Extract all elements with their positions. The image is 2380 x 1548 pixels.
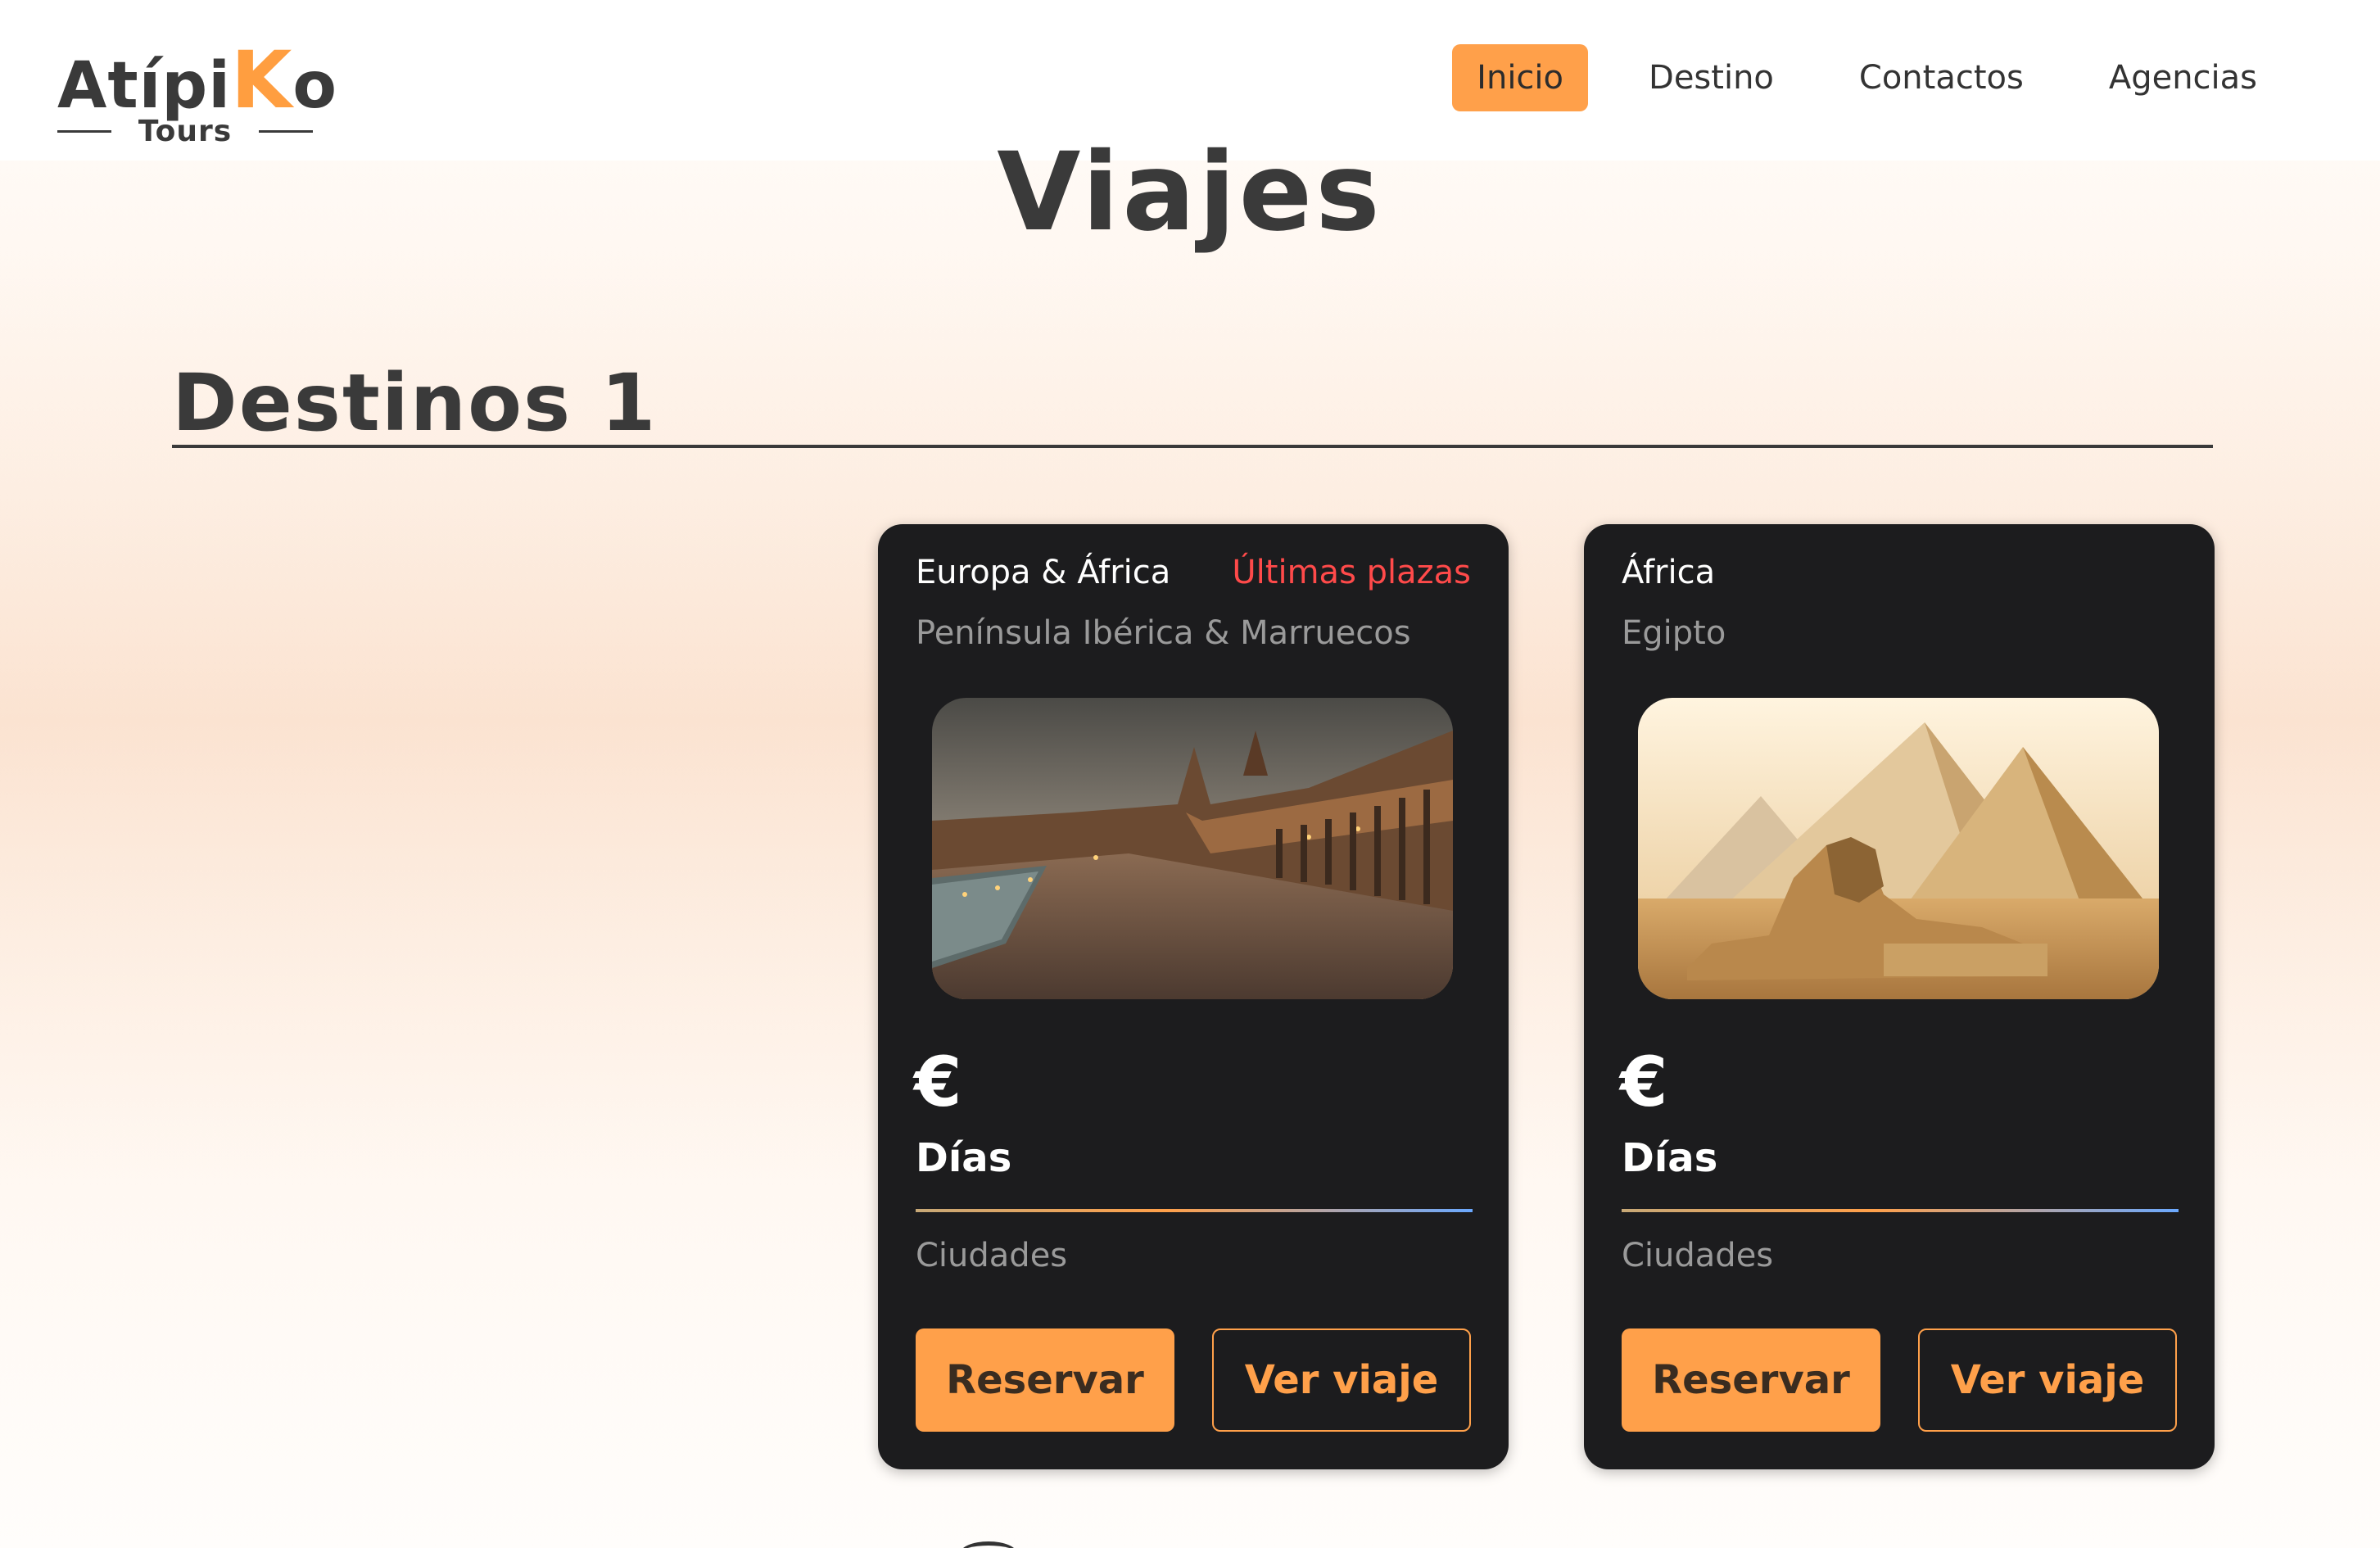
card-divider <box>916 1209 1473 1212</box>
nav-item-contactos[interactable]: Contactos <box>1835 44 2048 111</box>
card-region: África <box>1622 554 1716 591</box>
page-title: Viajes <box>997 129 1383 256</box>
reserve-button[interactable]: Reservar <box>916 1328 1174 1432</box>
card-region: Europa & África <box>916 554 1171 591</box>
trip-card: Europa & África Últimas plazas Península… <box>878 524 1509 1469</box>
card-country: Egipto <box>1622 614 1726 652</box>
euro-icon: € <box>914 1042 962 1122</box>
logo-text-part2: o <box>292 49 337 123</box>
main-nav: Inicio Destino Contactos Agencias <box>1452 44 2282 111</box>
card-divider <box>1622 1209 2179 1212</box>
view-trip-button[interactable]: Ver viaje <box>1212 1328 1471 1432</box>
trip-card: África Egipto € Días Ciudades Reservar V… <box>1584 524 2215 1469</box>
card-days-label: Días <box>1622 1135 1718 1181</box>
partial-icon <box>960 1541 1017 1548</box>
card-cities-label: Ciudades <box>916 1237 1068 1274</box>
euro-icon: € <box>1620 1042 1668 1122</box>
section-title: Destinos 1 <box>172 357 658 449</box>
card-days-label: Días <box>916 1135 1012 1181</box>
pyramids-sphinx-image <box>1638 698 2159 999</box>
card-cities-label: Ciudades <box>1622 1237 1774 1274</box>
nav-item-destino[interactable]: Destino <box>1624 44 1799 111</box>
nav-item-inicio[interactable]: Inicio <box>1452 44 1589 111</box>
plaza-espana-image <box>932 698 1453 999</box>
status-badge: Últimas plazas <box>1232 554 1471 591</box>
view-trip-button[interactable]: Ver viaje <box>1918 1328 2177 1432</box>
card-country: Península Ibérica & Marruecos <box>916 614 1411 652</box>
section-divider <box>172 445 2213 448</box>
logo-text-part1: Atípi <box>57 49 231 123</box>
reserve-button[interactable]: Reservar <box>1622 1328 1880 1432</box>
logo-k-letter: K <box>230 34 293 126</box>
nav-item-agencias[interactable]: Agencias <box>2084 44 2282 111</box>
